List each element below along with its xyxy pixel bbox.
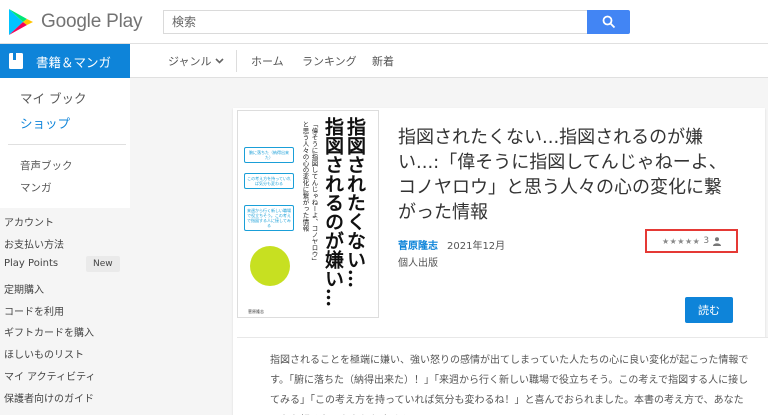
author-link[interactable]: 菅原隆志: [398, 237, 438, 252]
sub-navigation: 書籍＆マンガ ジャンル ホーム ランキング 新着: [0, 44, 768, 78]
cover-title-line2: 指図されるのが嫌い…: [322, 117, 344, 307]
search-input[interactable]: [164, 11, 587, 33]
sidebar-link-play-points[interactable]: Play Points: [4, 258, 58, 269]
sidebar-link-wishlist[interactable]: ほしいものリスト: [4, 346, 84, 361]
sidebar-link-redeem[interactable]: コードを利用: [4, 303, 64, 318]
nav-divider: [236, 50, 237, 72]
sidebar-divider: [8, 144, 126, 145]
cover-green-circle: [250, 246, 290, 286]
genre-label: ジャンル: [168, 55, 212, 68]
sidebar-account-section: アカウント お支払い方法 Play Points 定期購入 コードを利用 ギフト…: [0, 208, 130, 415]
cover-subtitle-line1: 「偉そうに指図してんじゃねーよ、コノヤロウ」: [310, 121, 318, 264]
cover-bubble-3: 来週から行く新しい職場で役立ちそう。この考えで指図する人に接してみる: [244, 205, 294, 231]
google-play-logo[interactable]: Google Play: [8, 7, 143, 37]
book-title: 指図されたくない...指図されるのが嫌い...:「偉そうに指図してんじゃねーよ、…: [398, 127, 727, 223]
cover-author: 菅原隆志: [248, 309, 264, 314]
sidebar-link-activity[interactable]: マイ アクティビティ: [4, 368, 95, 383]
play-logo-icon: [9, 9, 33, 35]
publisher: 個人出版: [398, 258, 438, 269]
read-button[interactable]: 読む: [685, 297, 733, 323]
sidebar-link-parent-guide[interactable]: 保護者向けのガイド: [4, 390, 94, 405]
sidebar-link-subscriptions[interactable]: 定期購入: [4, 281, 44, 296]
search-box: [163, 10, 587, 34]
sidebar-link-account[interactable]: アカウント: [4, 214, 54, 229]
search-button[interactable]: [587, 10, 630, 34]
star-rating-icon: ★★★★★: [661, 236, 701, 246]
nav-ranking[interactable]: ランキング: [302, 44, 357, 78]
sidebar-item-my-books[interactable]: マイ ブック: [20, 88, 86, 107]
person-icon: [713, 236, 722, 246]
sidebar-link-gift-card[interactable]: ギフトカードを購入: [4, 324, 94, 339]
sidebar-item-audiobooks[interactable]: 音声ブック: [20, 158, 73, 173]
category-books-tab[interactable]: 書籍＆マンガ: [0, 44, 130, 78]
cover-title-line1: 指図されたくない…: [344, 117, 366, 288]
nav-home[interactable]: ホーム: [251, 44, 284, 78]
sidebar: マイ ブック ショップ 音声ブック マンガ アカウント お支払い方法 Play …: [0, 78, 130, 415]
sidebar-item-shop[interactable]: ショップ: [20, 113, 70, 132]
cover-bubble-1: 腑に落ちた（納得出来た）: [244, 147, 294, 163]
new-badge: New: [86, 256, 120, 272]
category-label: 書籍＆マンガ: [36, 54, 112, 70]
genre-dropdown[interactable]: ジャンル: [168, 44, 225, 78]
rating-count: 3: [703, 236, 710, 246]
book-icon: [9, 53, 23, 69]
cover-bubble-2: この考え方を持っていれば気分も変わる: [244, 173, 294, 189]
nav-new[interactable]: 新着: [372, 44, 394, 78]
chevron-down-icon: [215, 58, 225, 64]
publish-date: 2021年12月: [447, 241, 506, 252]
sidebar-item-manga[interactable]: マンガ: [20, 180, 52, 195]
search-icon: [602, 15, 615, 29]
top-header: Google Play: [0, 0, 768, 44]
cover-subtitle-line2: と思う人々の心の変化に繋がった情報: [301, 121, 309, 232]
logo-text: Google Play: [41, 11, 143, 32]
sidebar-link-payment[interactable]: お支払い方法: [4, 236, 64, 251]
book-cover[interactable]: 指図されたくない… 指図されるのが嫌い… 「偉そうに指図してんじゃねーよ、コノヤ…: [237, 110, 379, 318]
rating-summary[interactable]: ★★★★★ 3: [645, 229, 738, 253]
book-description: 指図されることを極端に嫌い、強い怒りの感情が出てしまっていた人たちの心に良い変化…: [270, 355, 749, 406]
